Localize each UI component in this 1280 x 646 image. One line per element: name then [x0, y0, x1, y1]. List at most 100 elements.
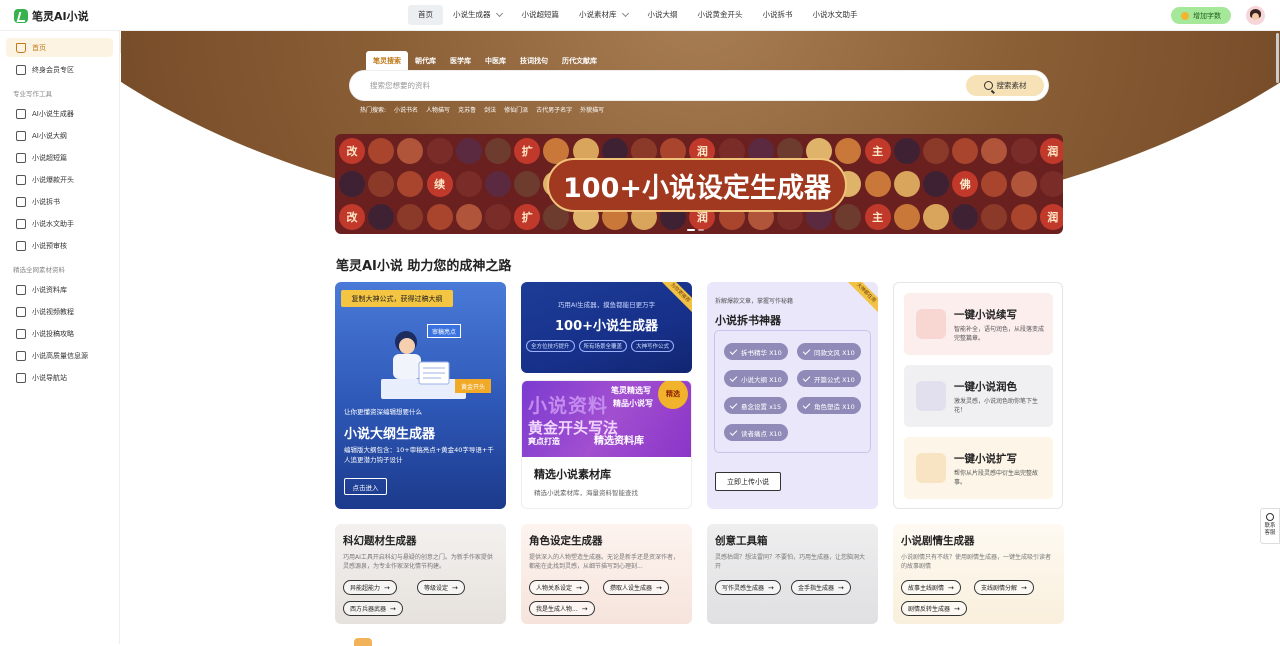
hot-search-link[interactable]: 古代男子名字: [536, 105, 572, 114]
sidebar-item-opening[interactable]: 小说爆款开头: [6, 170, 113, 189]
tag-button[interactable]: 故事主线剧情 →: [901, 580, 961, 595]
nav-item-generator[interactable]: 小说生成器: [443, 5, 512, 25]
library-image-text: 小说资料: [528, 395, 609, 417]
sidebar-item-vip[interactable]: 终身会员专区: [6, 60, 113, 79]
expand-tool[interactable]: 一键小说扩写 帮你从片段灵感中衍生出完整故事。: [904, 437, 1053, 499]
sidebar-item-info[interactable]: 小说高质量信息源: [6, 346, 113, 365]
top-bar: 笔灵AI小说 首页 小说生成器 小说超短篇 小说素材库 小说大纲 小说黄金开头 …: [0, 0, 1280, 31]
tab-tcm[interactable]: 中医库: [478, 51, 513, 71]
enter-button[interactable]: 点击进入: [344, 478, 387, 495]
banner-thumbnail: [981, 204, 1008, 230]
sidebar-item-ai-outline[interactable]: AI小说大纲: [6, 126, 113, 145]
generator-chips: 全方位技巧提升 所有场景全覆盖 大神写作公式: [526, 340, 675, 352]
scrollbar[interactable]: [1276, 33, 1279, 83]
sidebar-item-nav[interactable]: 小说导航站: [6, 368, 113, 387]
popular-ribbon: 大神都在用: [844, 282, 878, 315]
nav-item-home[interactable]: 首页: [408, 5, 443, 25]
tool-title: 一键小说续写: [954, 309, 1017, 321]
banner-thumbnail: [835, 138, 862, 164]
generator-tagline: 巧用AI生成器，摸鱼都能日更万字: [557, 301, 656, 309]
continue-tool[interactable]: 一键小说续写 智能补全，语句润色，从段落变成完整篇章。: [904, 293, 1053, 355]
nav-item-outline[interactable]: 小说大纲: [638, 5, 688, 25]
generator-chip: 全方位技巧提升: [526, 340, 575, 352]
carousel-dot[interactable]: [687, 229, 695, 231]
creative-toolbox-card[interactable]: 创意工具箱 灵感枯竭？想法雷同？不要怕，巧用生成器，让您脑洞大开 写作灵感生成器…: [707, 524, 878, 624]
feature-pill: 同款文风 X10: [797, 343, 861, 360]
tag-button[interactable]: 西方兵器武器 →: [343, 601, 403, 616]
feature-pill: 读者痛点 X10: [724, 424, 788, 441]
sidebar-item-review[interactable]: 小说预审核: [6, 236, 113, 255]
banner-thumbnail: [893, 138, 920, 164]
outline-generator-card[interactable]: 复制大神公式，获得过稿大纲 审稿亮点 黄金开头 让你更懂资深编辑想要什么 小说大…: [335, 282, 506, 509]
tab-bilin-search[interactable]: 笔灵搜索: [366, 51, 408, 71]
outline-subtitle: 让你更懂资深编辑想要什么: [344, 408, 422, 416]
sidebar-item-home[interactable]: 首页: [6, 38, 113, 57]
tag-button[interactable]: 写作灵感生成器 →: [715, 580, 781, 595]
hot-search-link[interactable]: 剑法: [484, 105, 496, 114]
tag-label: 金手指生成器: [798, 585, 835, 592]
sidebar-item-split[interactable]: 小说拆书: [6, 192, 113, 211]
sidebar-item-water[interactable]: 小说水文助手: [6, 214, 113, 233]
hot-search-link[interactable]: 修仙门派: [504, 105, 528, 114]
polish-tool[interactable]: 一键小说润色 激发灵感，小说润色助你笔下生花！: [904, 365, 1053, 427]
scifi-generator-card[interactable]: 科幻题材生成器 巧用AI工具开启科幻与悬疑的创意之门。为新手作家提供灵感源泉，为…: [335, 524, 506, 624]
search-bar: 搜索您想要的资料 搜索素材: [350, 71, 1048, 100]
arrow-right-icon: →: [581, 604, 588, 613]
tag-label: 人物关系设定: [536, 585, 573, 592]
tag-button[interactable]: 我是生成人物... →: [529, 601, 595, 616]
opening-badge: 黄金开头: [455, 379, 491, 393]
library-card[interactable]: 小说资料 黄金开头写法 笔灵精选写 精品小说写 精选资料库 爽点打造 精选 精选…: [521, 380, 692, 509]
card-title: 角色设定生成器: [529, 535, 603, 547]
tab-phrase[interactable]: 技词找句: [513, 51, 555, 71]
hot-search-link[interactable]: 小说书名: [394, 105, 418, 114]
carousel-dot[interactable]: [698, 229, 704, 231]
sidebar-item-ai-generator[interactable]: AI小说生成器: [6, 104, 113, 123]
sidebar-item-library[interactable]: 小说资料库: [6, 280, 113, 299]
plot-generator-card[interactable]: 小说剧情生成器 小说剧情只有不统？使用剧情生成器，一键生成吸引读者的故事剧情 故…: [893, 524, 1064, 624]
banner-thumbnail: 改: [339, 204, 365, 230]
tag-button[interactable]: 异能超能力 →: [343, 580, 397, 595]
app-logo[interactable]: 笔灵AI小说: [14, 8, 89, 24]
avatar[interactable]: [1246, 6, 1265, 25]
tag-button[interactable]: 支线剧情分解 →: [974, 580, 1034, 595]
generator-card[interactable]: 为你更推荐 巧用AI生成器，摸鱼都能日更万字 100+小说生成器 全方位技巧提升…: [521, 282, 692, 373]
tag-button[interactable]: 攒取人设生成器 →: [603, 580, 669, 595]
book-split-card[interactable]: 大神都在用 拆解爆款文章，掌握写作秘籍 小说拆书神器 拆书精华 X10 同款文风…: [707, 282, 878, 509]
nav-item-short[interactable]: 小说超短篇: [512, 5, 570, 25]
upload-novel-button[interactable]: 立即上传小说: [715, 472, 781, 491]
banner-thumbnail: [485, 204, 511, 230]
contact-support-button[interactable]: 联系 客服: [1260, 508, 1280, 544]
tag-label: 我是生成人物...: [536, 606, 578, 613]
hot-search-link[interactable]: 克苏鲁: [458, 105, 476, 114]
hot-search-link[interactable]: 外貌描写: [580, 105, 604, 114]
tag-button[interactable]: 金手指生成器 →: [791, 580, 851, 595]
nav-item-library[interactable]: 小说素材库: [569, 5, 638, 25]
banner-thumbnail: [397, 171, 424, 197]
banner-thumbnail: [923, 204, 949, 230]
search-input[interactable]: 搜索您想要的资料: [370, 80, 430, 91]
sidebar-item-submit[interactable]: 小说投稿攻略: [6, 324, 113, 343]
search-button[interactable]: 搜索素材: [966, 75, 1044, 96]
tab-medicine[interactable]: 医学库: [443, 51, 478, 71]
hot-search-link[interactable]: 人物描写: [426, 105, 450, 114]
sidebar-section-resources: 精选全网素材资料: [13, 266, 65, 274]
nav-item-split[interactable]: 小说拆书: [753, 5, 803, 25]
tag-button[interactable]: 等级设定 →: [417, 580, 465, 595]
tag-button[interactable]: 剧情反转生成器 →: [901, 601, 967, 616]
banner-thumbnail: [485, 171, 511, 197]
promo-banner[interactable]: 改扩润主润续组织精选佛改扩润主润 100+小说设定生成器: [335, 134, 1063, 234]
nav-label: 小说大纲: [647, 10, 678, 19]
arrow-right-icon: →: [838, 583, 844, 592]
nav-label: 小说水文助手: [812, 10, 858, 19]
topup-button[interactable]: 增加字数: [1171, 7, 1231, 24]
sidebar-item-label: 小说视频教程: [32, 307, 74, 316]
sidebar-item-short[interactable]: 小说超短篇: [6, 148, 113, 167]
nav-item-water[interactable]: 小说水文助手: [803, 5, 868, 25]
tag-button[interactable]: 人物关系设定 →: [529, 580, 589, 595]
tab-dynasty[interactable]: 朝代库: [408, 51, 443, 71]
review-icon: [16, 240, 26, 251]
nav-item-opening[interactable]: 小说黄金开头: [688, 5, 753, 25]
tab-literature[interactable]: 历代文献库: [555, 51, 604, 71]
character-generator-card[interactable]: 角色设定生成器 提供深入的人物塑造生成器。无论是新手还是资深作者，都能在此找到灵…: [521, 524, 692, 624]
sidebar-item-video[interactable]: 小说视频教程: [6, 302, 113, 321]
